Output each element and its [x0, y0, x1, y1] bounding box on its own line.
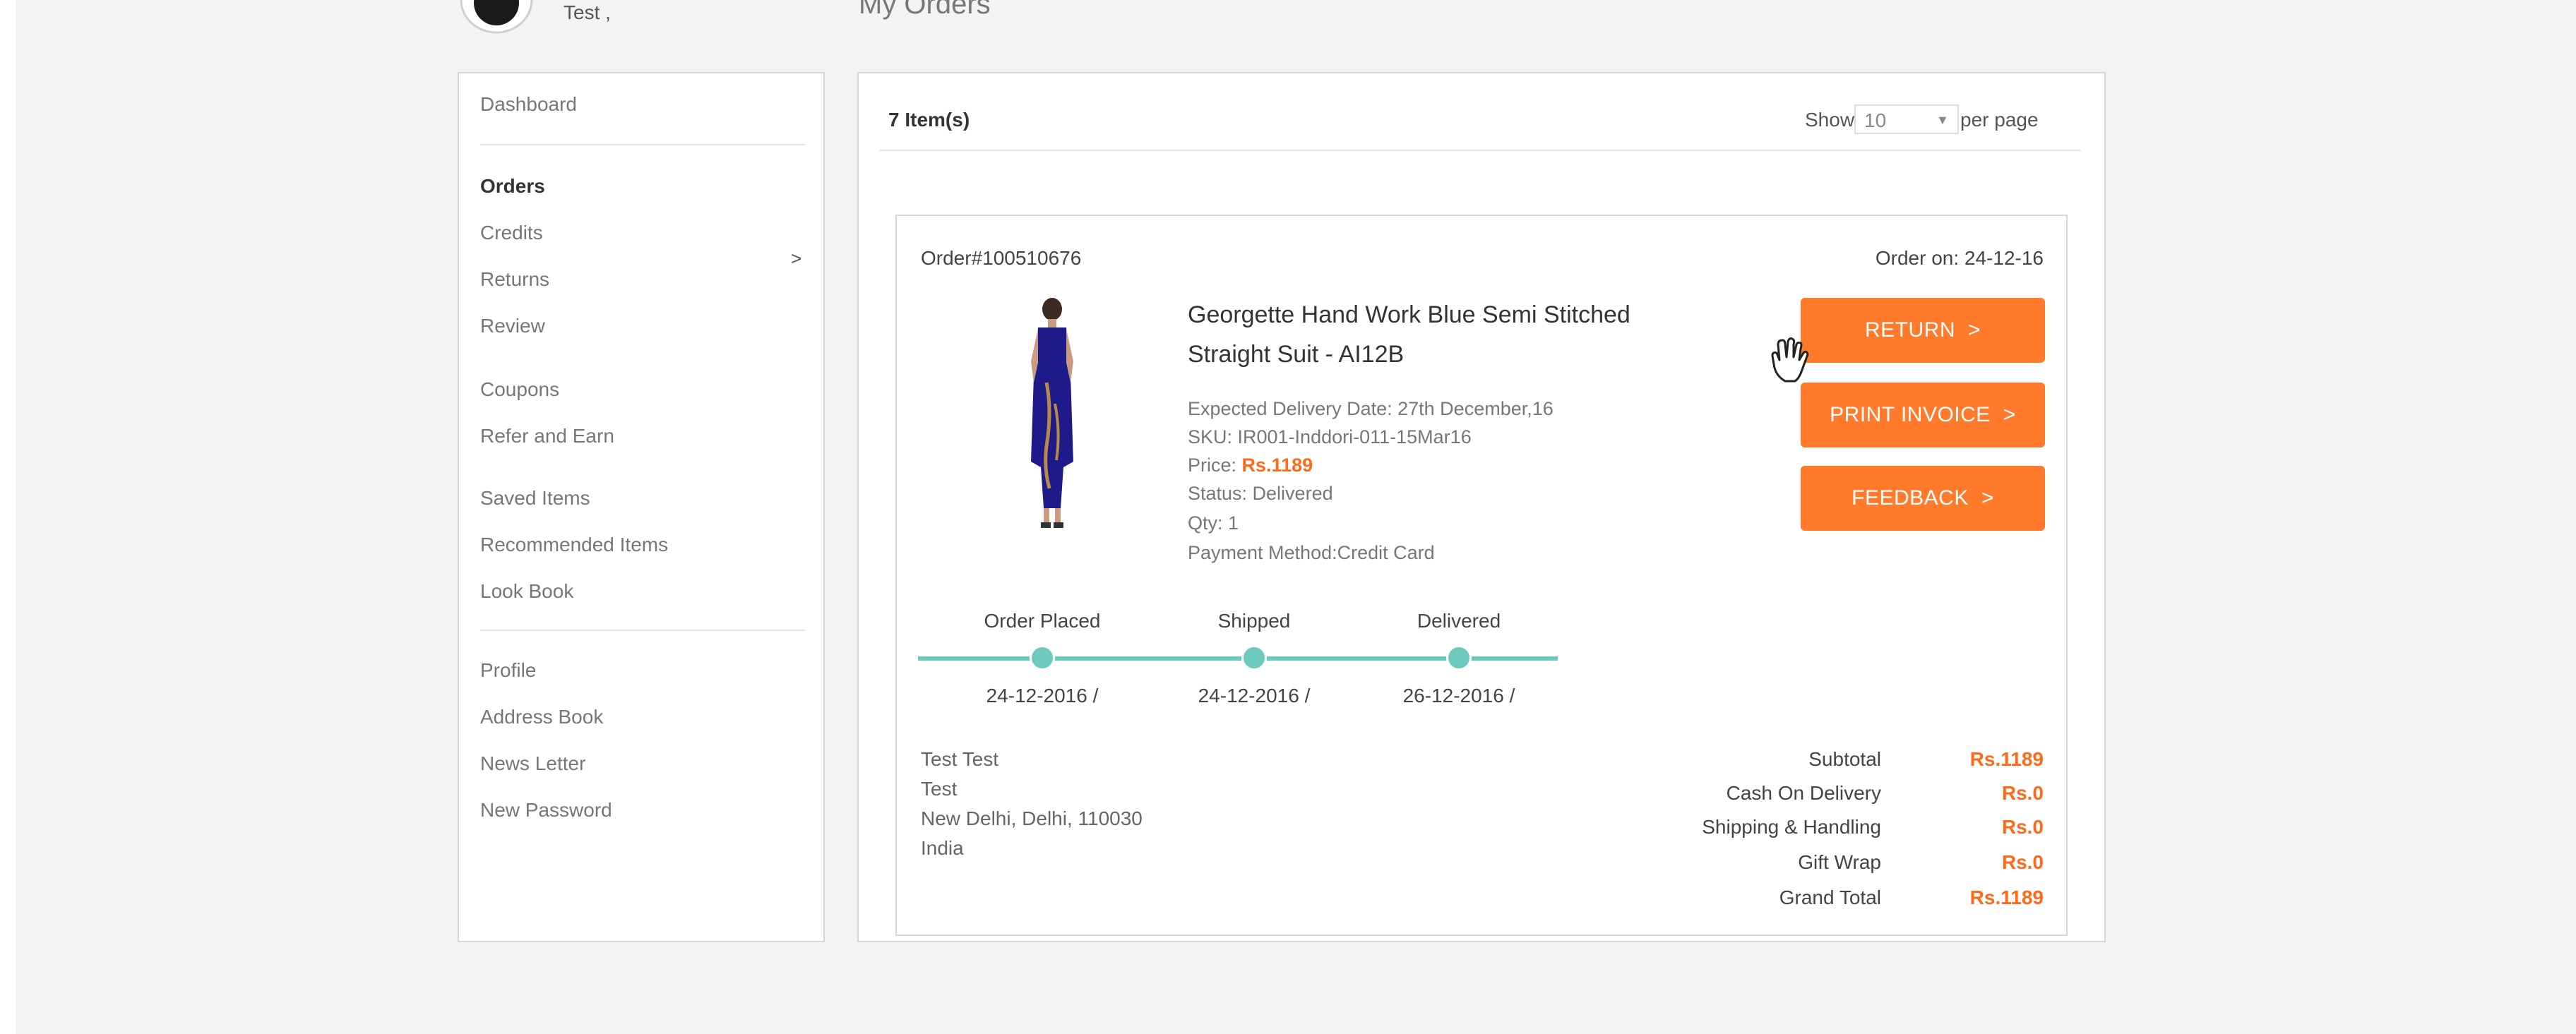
address-line: Test — [921, 778, 958, 800]
return-button-label: RETURN — [1864, 318, 1955, 342]
step-date-order-placed: 24-12-2016 / — [986, 685, 1099, 707]
sidebar-item-credits[interactable]: Credits — [480, 222, 543, 244]
summary-label-subtotal: Subtotal — [1808, 748, 1881, 770]
sidebar-item-news-letter[interactable]: News Letter — [480, 752, 585, 775]
summary-label-shipping: Shipping & Handling — [1702, 816, 1881, 838]
summary-label-gift-wrap: Gift Wrap — [1798, 851, 1881, 873]
page-title: My Orders — [859, 0, 991, 20]
summary-value-subtotal: Rs.1189 — [1969, 748, 2044, 770]
order-qty: Qty: 1 — [1188, 512, 1239, 534]
sidebar-divider — [480, 144, 805, 145]
avatar[interactable] — [458, 0, 535, 34]
sidebar-divider — [480, 630, 805, 631]
price-value: Rs.1189 — [1241, 455, 1313, 476]
print-invoice-button-label: PRINT INVOICE — [1830, 403, 1991, 426]
sidebar-item-saved-items[interactable]: Saved Items — [480, 487, 590, 510]
chevron-right-icon: > — [2003, 403, 2016, 426]
sidebar-item-refer-and-earn[interactable]: Refer and Earn — [480, 425, 614, 447]
expected-delivery: Expected Delivery Date: 27th December,16 — [1188, 398, 1554, 419]
order-status: Status: Delivered — [1188, 483, 1333, 504]
address-line: India — [921, 837, 964, 859]
return-button[interactable]: RETURN > — [1801, 298, 2045, 363]
sidebar-active-caret: > — [791, 248, 802, 269]
address-line: New Delhi, Delhi, 110030 — [921, 807, 1143, 829]
check-icon — [1030, 645, 1055, 671]
sidebar-item-recommended-items[interactable]: Recommended Items — [480, 534, 668, 556]
show-label: Show — [1805, 109, 1855, 131]
sidebar-item-review[interactable]: Review — [480, 315, 545, 337]
per-page-select[interactable]: 10 ▼ — [1854, 104, 1959, 134]
summary-value-cod: Rs.0 — [2001, 782, 2044, 804]
product-sku: SKU: IR001-Inddori-011-15Mar16 — [1188, 426, 1472, 447]
feedback-button-label: FEEDBACK — [1852, 486, 1969, 510]
step-date-delivered: 26-12-2016 / — [1402, 685, 1515, 707]
step-label-delivered: Delivered — [1417, 610, 1501, 632]
step-label-order-placed: Order Placed — [984, 610, 1101, 632]
chevron-right-icon: > — [1981, 486, 1994, 510]
sidebar-item-dashboard[interactable]: Dashboard — [480, 93, 577, 116]
step-label-shipped: Shipped — [1217, 610, 1291, 632]
sidebar-item-coupons[interactable]: Coupons — [480, 378, 559, 401]
summary-label-cod: Cash On Delivery — [1726, 782, 1881, 804]
product-price: Price: Rs.1189 — [1188, 455, 1313, 476]
summary-value-grand-total: Rs.1189 — [1969, 886, 2044, 908]
hand-pointer-icon — [1771, 337, 1809, 383]
sidebar-item-orders[interactable]: Orders — [480, 175, 545, 198]
sidebar-item-look-book[interactable]: Look Book — [480, 580, 573, 603]
sidebar-item-address-book[interactable]: Address Book — [480, 706, 603, 728]
check-icon — [1241, 645, 1267, 671]
header-divider — [880, 150, 2080, 151]
sidebar-item-returns[interactable]: Returns — [480, 268, 549, 291]
dropdown-arrow-icon: ▼ — [1936, 113, 1949, 127]
summary-value-shipping: Rs.0 — [2001, 816, 2044, 838]
items-count: 7 Item(s) — [888, 109, 970, 131]
user-name: Test , — [564, 1, 611, 23]
order-number: Order#100510676 — [921, 247, 1082, 269]
orders-panel: 7 Item(s) Show 10 ▼ per page Order#10051… — [857, 72, 2106, 942]
summary-label-grand-total: Grand Total — [1779, 886, 1881, 908]
per-page-value: 10 — [1864, 109, 1887, 131]
step-date-shipped: 24-12-2016 / — [1198, 685, 1311, 707]
product-image[interactable] — [1010, 298, 1095, 531]
summary-value-gift-wrap: Rs.0 — [2001, 851, 2044, 873]
feedback-button[interactable]: FEEDBACK > — [1801, 466, 2045, 531]
address-line: Test Test — [921, 748, 998, 770]
chevron-right-icon: > — [1967, 318, 1981, 342]
account-sidebar: Dashboard Orders > Credits Returns Revie… — [458, 72, 825, 942]
check-icon — [1446, 645, 1472, 671]
print-invoice-button[interactable]: PRINT INVOICE > — [1801, 383, 2045, 447]
product-title[interactable]: Georgette Hand Work Blue Semi Stitched S… — [1188, 295, 1682, 374]
sidebar-item-profile[interactable]: Profile — [480, 659, 536, 682]
order-date: Order on: 24-12-16 — [1875, 247, 2044, 269]
order-card: Order#100510676 Order on: 24-12-16 Georg… — [895, 215, 2068, 936]
price-label: Price: — [1188, 455, 1242, 476]
sidebar-item-new-password[interactable]: New Password — [480, 799, 612, 822]
payment-method: Payment Method:Credit Card — [1188, 542, 1435, 563]
per-page-suffix: per page — [1960, 109, 2039, 131]
